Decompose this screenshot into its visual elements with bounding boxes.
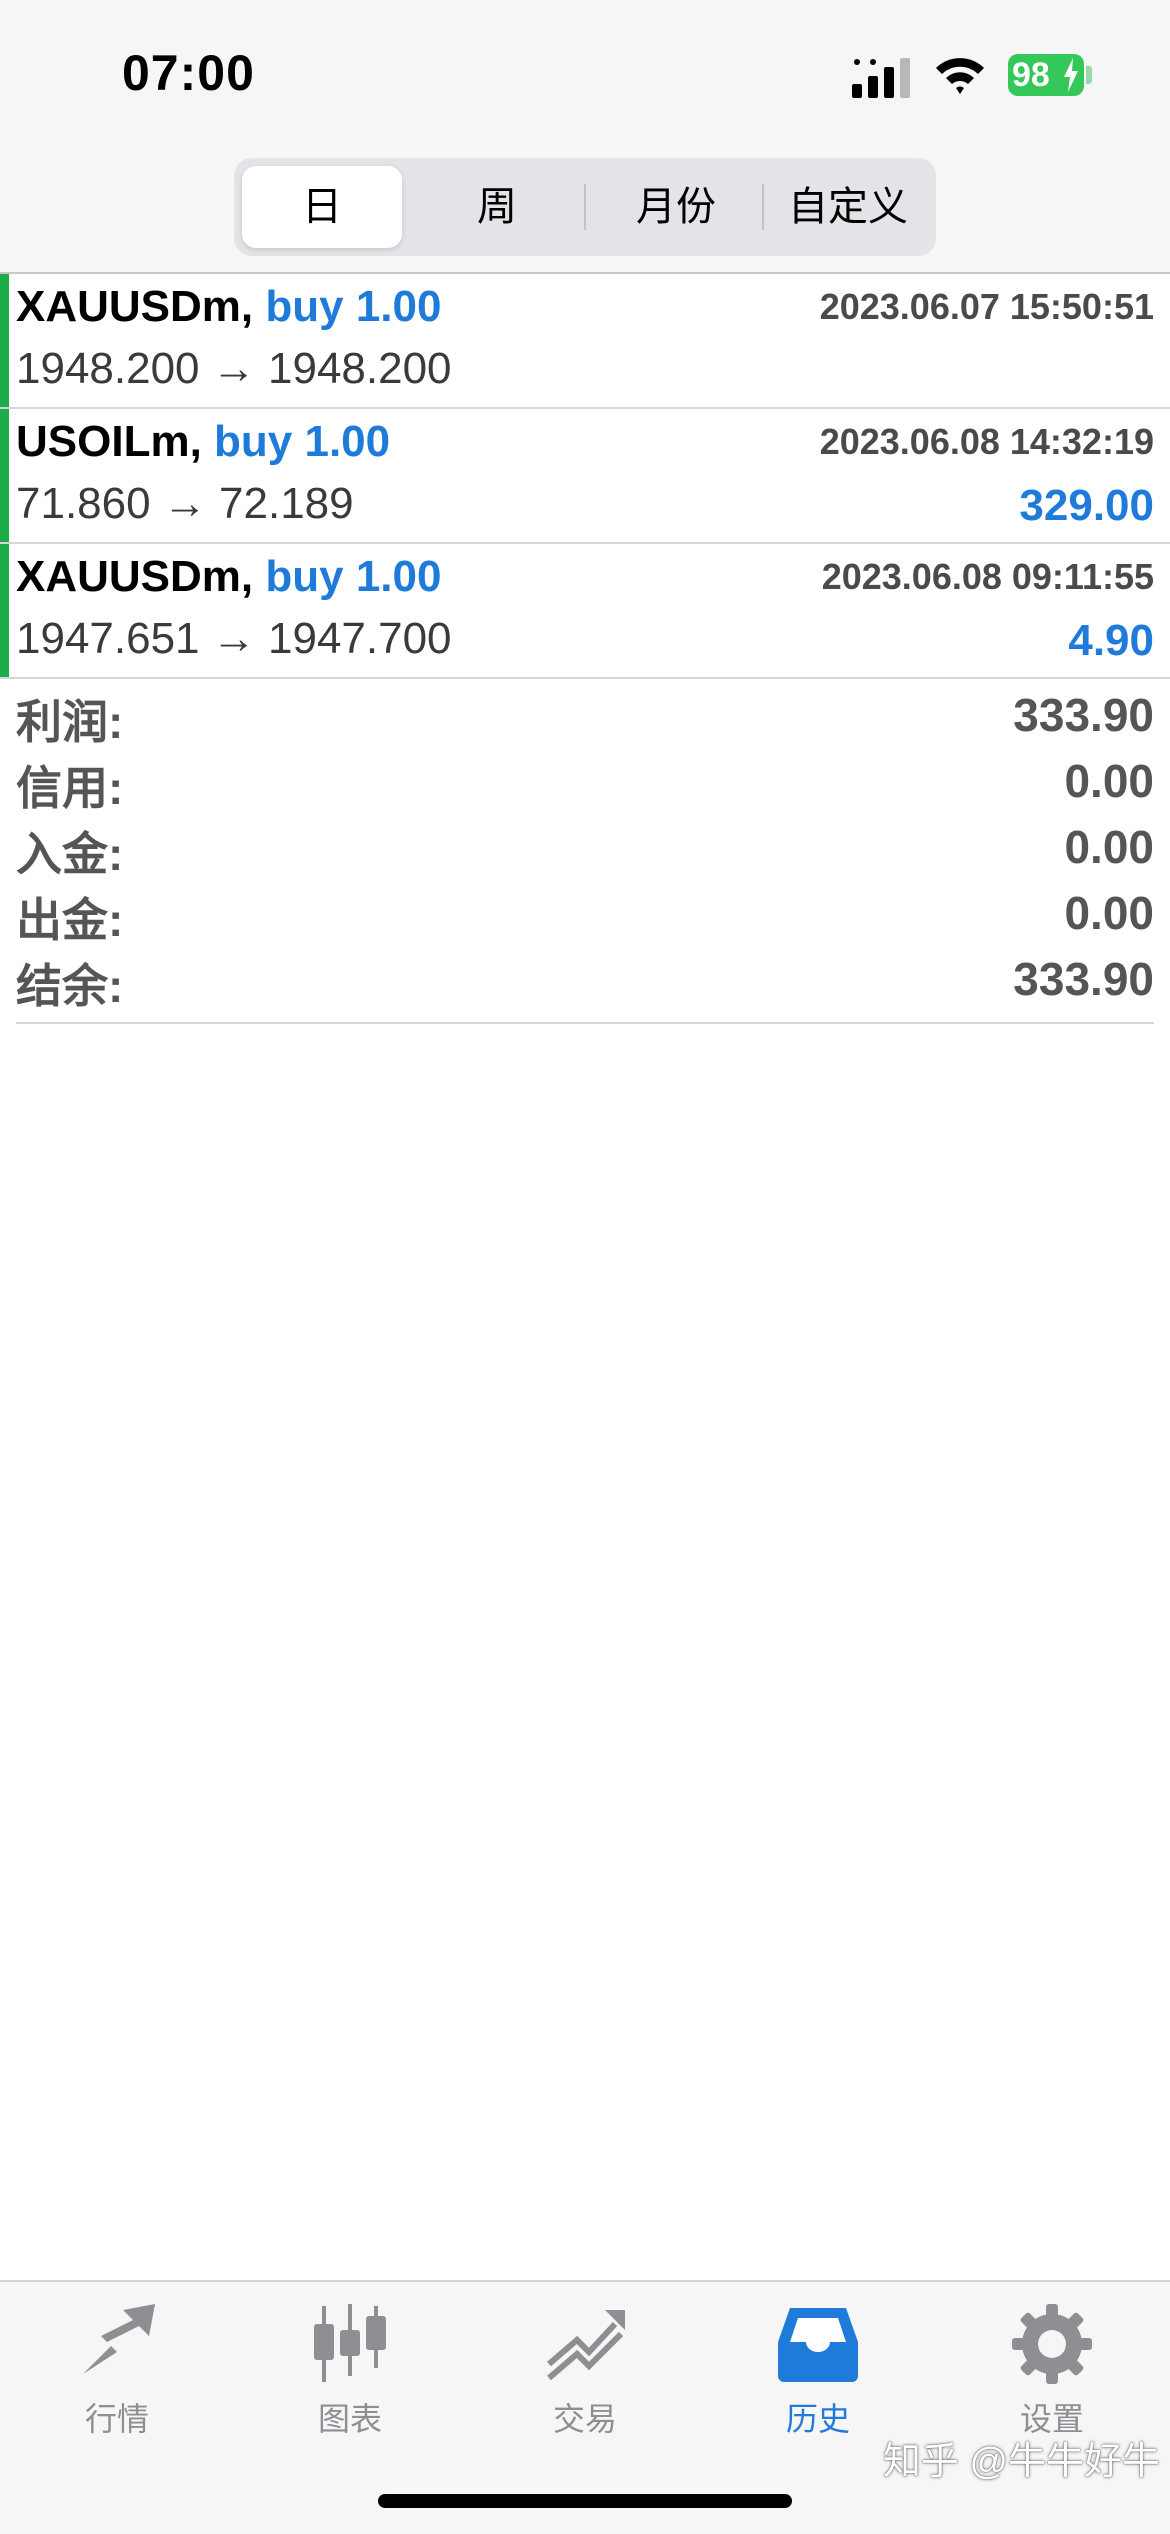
- segment-day[interactable]: 日: [242, 166, 402, 248]
- deal-time: 2023.06.08 14:32:19: [819, 421, 1154, 462]
- deal-row[interactable]: XAUUSDm, buy 1.00 2023.06.07 15:50:51 19…: [0, 274, 1170, 409]
- summary-value: 0.00: [1064, 887, 1154, 939]
- deal-symbol: XAUUSDm,: [16, 552, 254, 601]
- battery-cap: [1086, 66, 1092, 84]
- deal-history-list: XAUUSDm, buy 1.00 2023.06.07 15:50:51 19…: [0, 274, 1170, 679]
- close-price: 1948.200: [268, 344, 452, 393]
- tab-history[interactable]: 历史: [738, 2302, 898, 2452]
- deal-prices: 1947.651 → 1947.700: [16, 614, 452, 664]
- tab-quotes[interactable]: 行情: [37, 2302, 197, 2452]
- summary-label: 信用:: [16, 762, 124, 814]
- summary-row-balance: 结余: 333.90: [16, 942, 1154, 1012]
- open-price: 1948.200: [16, 344, 200, 393]
- summary-value: 0.00: [1064, 821, 1154, 873]
- deal-prices: 71.860 → 72.189: [16, 479, 354, 529]
- deal-title: USOILm, buy 1.00: [16, 417, 390, 467]
- period-segmented-control: 日 周 月份 自定义: [234, 158, 936, 256]
- watermark: 知乎 @牛牛好牛: [882, 2441, 1160, 2483]
- close-price: 72.189: [219, 479, 354, 528]
- status-time: 07:00: [122, 45, 255, 101]
- deal-title: XAUUSDm, buy 1.00: [16, 552, 441, 602]
- summary-value: 333.90: [1013, 689, 1154, 741]
- buy-indicator-bar: [0, 544, 9, 677]
- arrow-right-icon: →: [162, 479, 207, 528]
- arrow-right-icon: →: [211, 344, 256, 393]
- segment-month[interactable]: 月份: [590, 166, 762, 248]
- trade-icon: [547, 2310, 625, 2381]
- battery-level: 98: [1012, 56, 1050, 94]
- tab-label: 历史: [785, 2401, 850, 2437]
- home-indicator[interactable]: [378, 2494, 792, 2508]
- period-selector-area: 日 周 月份 自定义: [0, 150, 1170, 274]
- charging-bolt-icon: [1064, 58, 1078, 92]
- summary-value: 333.90: [1013, 953, 1154, 1005]
- cellular-signal-icon: [852, 58, 910, 98]
- deal-symbol: USOILm,: [16, 417, 202, 466]
- deal-row[interactable]: XAUUSDm, buy 1.00 2023.06.08 09:11:55 19…: [0, 544, 1170, 679]
- segment-custom[interactable]: 自定义: [766, 166, 930, 248]
- summary-label: 利润:: [16, 696, 124, 748]
- tab-charts[interactable]: 图表: [270, 2302, 430, 2452]
- summary-row-credit: 信用: 0.00: [16, 744, 1154, 814]
- status-bar: 07:00 98: [0, 0, 1170, 150]
- summary-row-profit: 利润: 333.90: [16, 678, 1154, 748]
- segment-week[interactable]: 周: [416, 166, 578, 248]
- summary-label: 入金:: [16, 828, 124, 880]
- quotes-icon: [83, 2304, 155, 2374]
- buy-indicator-bar: [0, 409, 9, 542]
- open-price: 1947.651: [16, 614, 200, 663]
- tab-label: 交易: [552, 2401, 617, 2437]
- candlestick-chart-icon: [314, 2304, 386, 2382]
- arrow-right-icon: →: [211, 614, 256, 663]
- deal-symbol: XAUUSDm,: [16, 282, 254, 331]
- segment-divider: [584, 184, 586, 230]
- wifi-icon: [936, 58, 984, 94]
- deal-type: buy 1.00: [214, 417, 391, 466]
- deal-time: 2023.06.08 09:11:55: [821, 556, 1154, 597]
- deal-title: XAUUSDm, buy 1.00: [16, 282, 441, 332]
- summary-row-deposit: 入金: 0.00: [16, 810, 1154, 880]
- tab-label: 图表: [317, 2401, 382, 2437]
- deal-time: 2023.06.07 15:50:51: [819, 286, 1154, 327]
- open-price: 71.860: [16, 479, 151, 528]
- deal-row[interactable]: USOILm, buy 1.00 2023.06.08 14:32:19 71.…: [0, 409, 1170, 544]
- tab-trade[interactable]: 交易: [505, 2302, 665, 2452]
- buy-indicator-bar: [0, 274, 9, 407]
- deal-profit: 329.00: [1019, 481, 1154, 530]
- segment-divider: [762, 184, 764, 230]
- summary-label: 出金:: [16, 894, 124, 946]
- deal-prices: 1948.200 → 1948.200: [16, 344, 452, 394]
- deal-profit: 4.90: [1068, 616, 1154, 665]
- summary-value: 0.00: [1064, 755, 1154, 807]
- tab-label: 行情: [84, 2401, 149, 2437]
- summary-label: 结余:: [16, 960, 124, 1012]
- summary-row-withdrawal: 出金: 0.00: [16, 876, 1154, 946]
- battery-indicator: 98: [1008, 54, 1084, 96]
- deal-type: buy 1.00: [265, 282, 442, 331]
- close-price: 1947.700: [268, 614, 452, 663]
- deal-type: buy 1.00: [265, 552, 442, 601]
- history-inbox-icon: [778, 2308, 858, 2382]
- gear-icon: [1012, 2304, 1092, 2384]
- bottom-tab-bar: 行情 图表 交易 历史 设置 知乎 @牛牛好牛: [0, 2280, 1170, 2534]
- account-summary: 利润: 333.90 信用: 0.00 入金: 0.00 出金: 0.00 结余…: [16, 678, 1154, 1024]
